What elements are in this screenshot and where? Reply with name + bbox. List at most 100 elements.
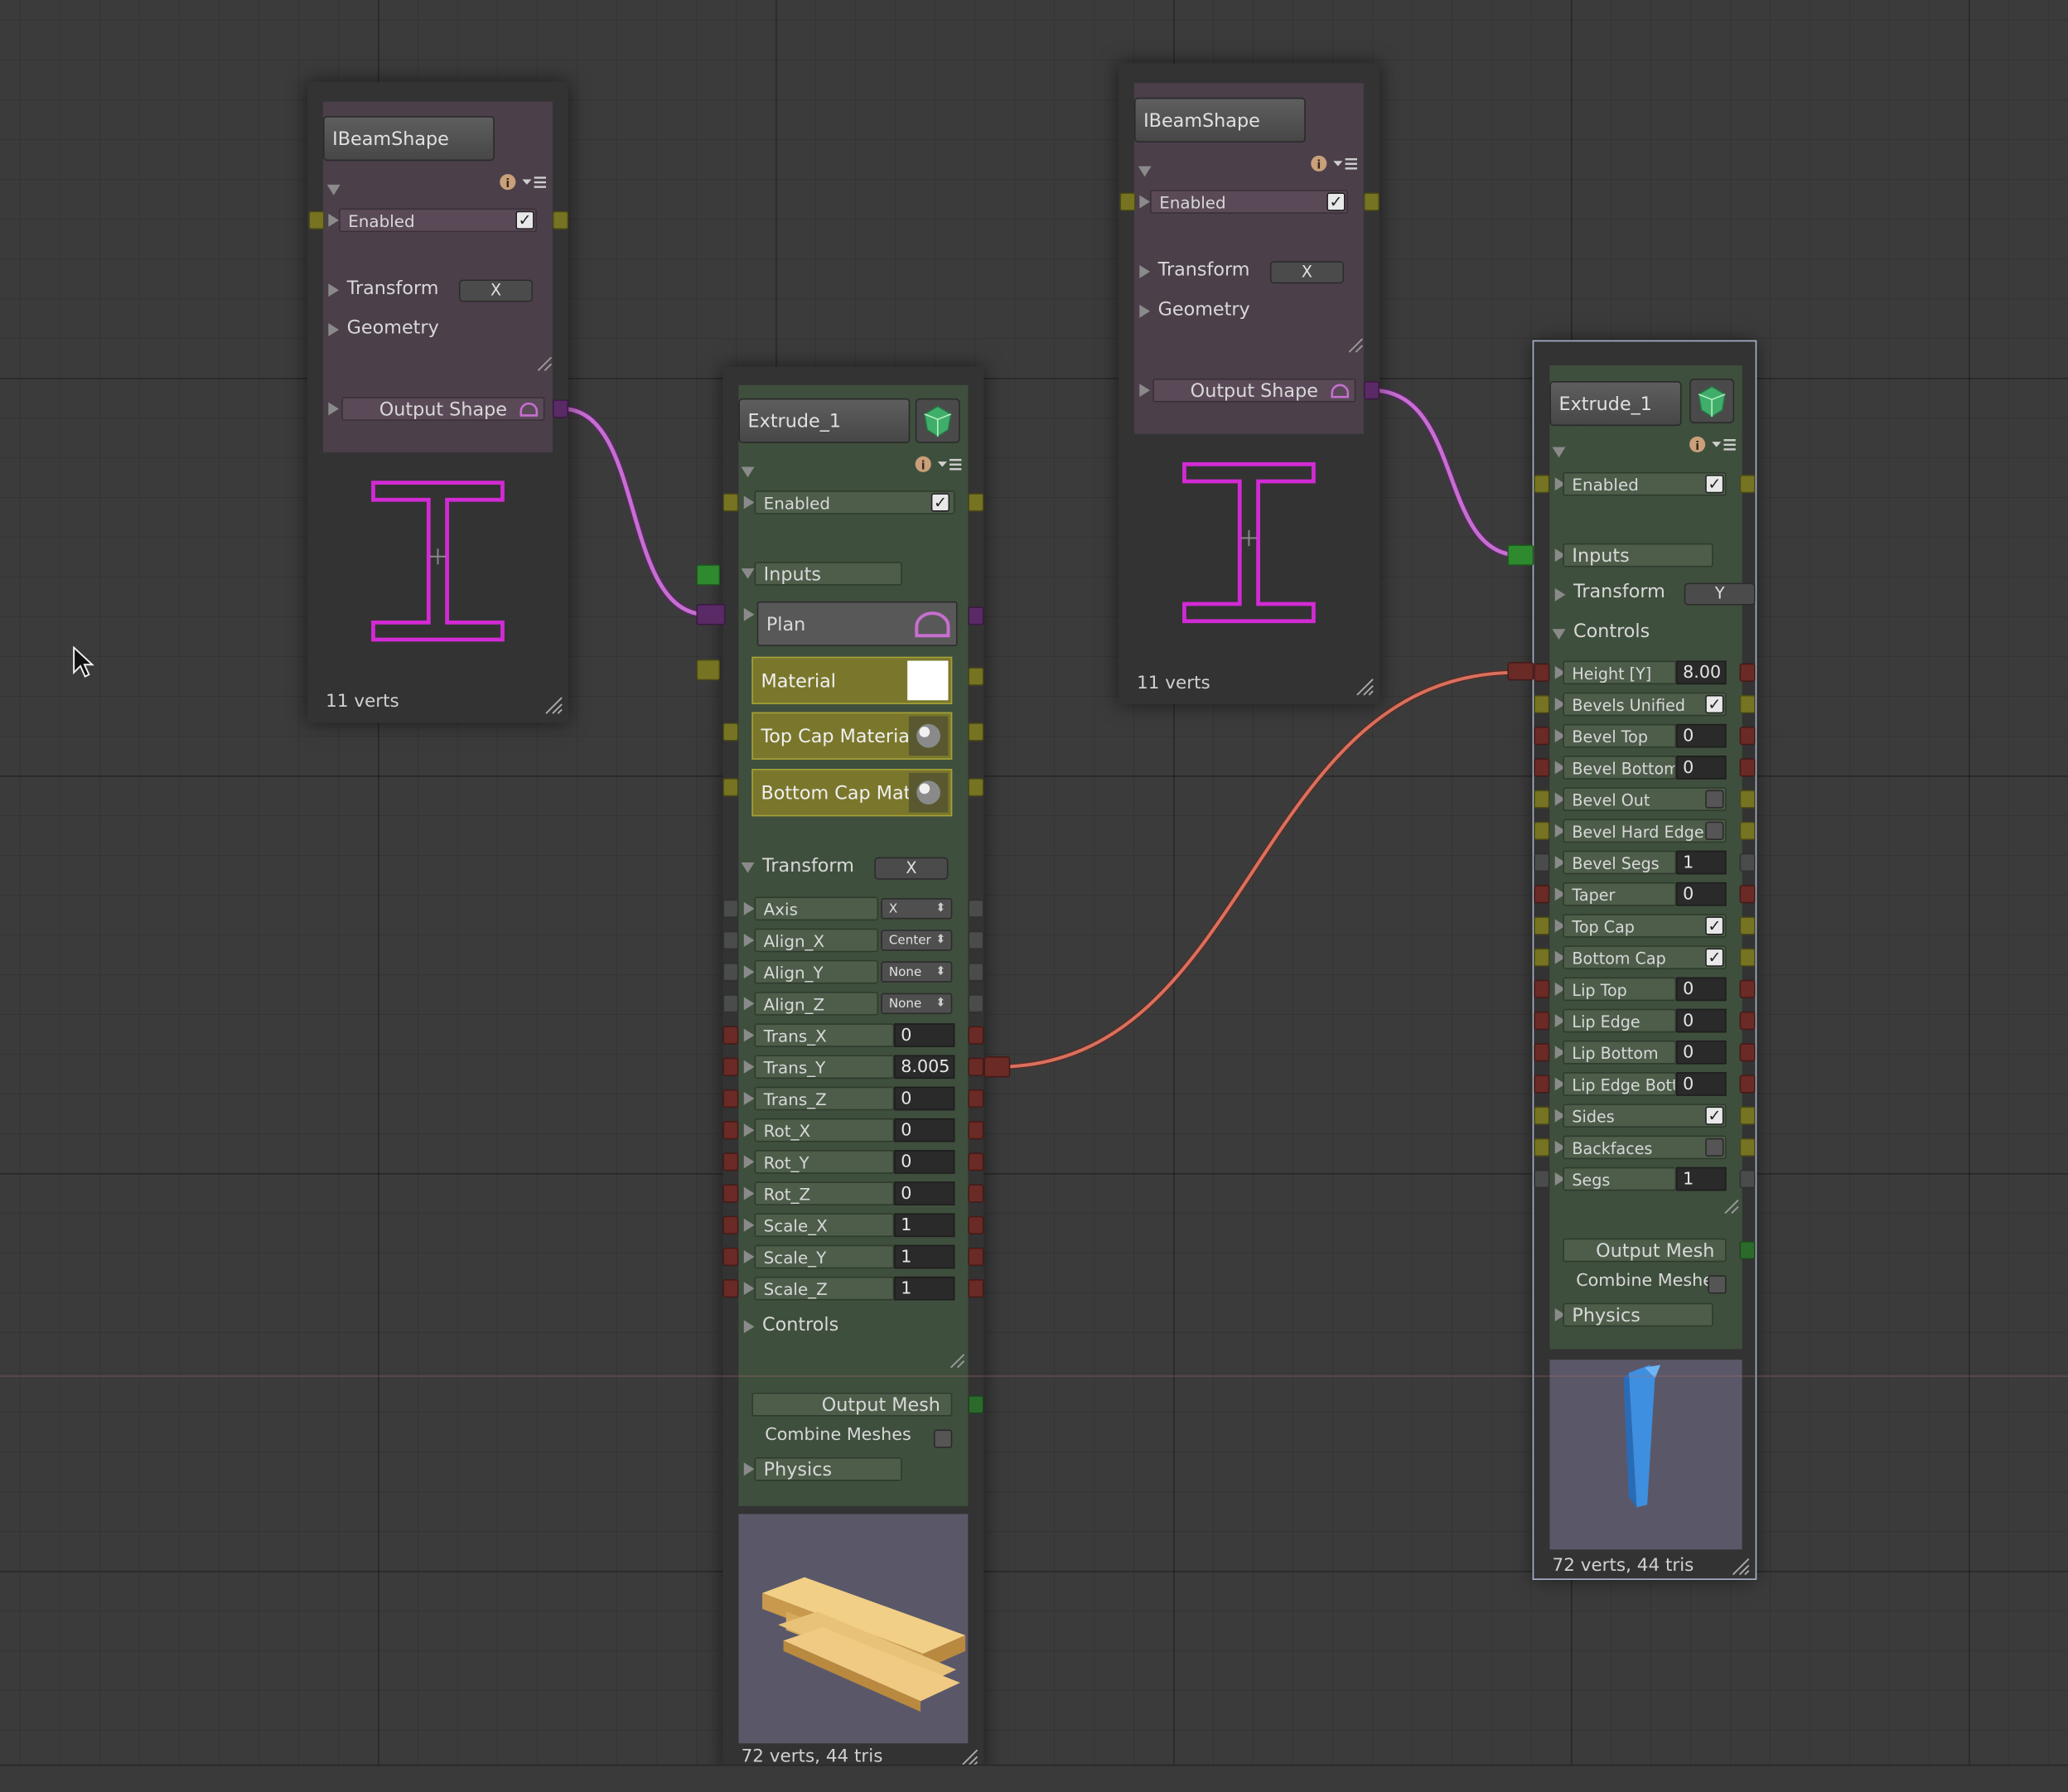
param-row[interactable]: Segs [1563, 1166, 1677, 1191]
param-row[interactable]: Trans_X [754, 1023, 895, 1047]
param-row[interactable]: Bevel Top [1563, 723, 1677, 748]
param-value-field[interactable]: 0 [1676, 756, 1727, 780]
param-in-port[interactable] [722, 1279, 739, 1298]
param-out-port[interactable] [968, 1184, 984, 1203]
param-out-port[interactable] [968, 1121, 984, 1140]
collapse-arrow-icon[interactable] [326, 184, 341, 196]
transform-label[interactable]: Transform [1158, 260, 1250, 281]
controls-collapse-icon[interactable] [1552, 629, 1566, 640]
resize-grip-icon[interactable] [1348, 338, 1364, 354]
param-out-port[interactable] [1739, 1138, 1756, 1157]
controls-label[interactable]: Controls [1573, 621, 1650, 642]
param-out-port[interactable] [968, 1215, 984, 1234]
param-value-field[interactable]: 0 [1676, 1040, 1727, 1065]
expand-arrow-icon[interactable] [1139, 195, 1151, 209]
param-row[interactable]: Axis [754, 896, 879, 921]
inputs-collapse-icon[interactable] [741, 568, 755, 579]
param-value-field[interactable]: 0 [894, 1086, 955, 1111]
resize-grip-icon[interactable] [1355, 678, 1374, 696]
param-out-port[interactable] [968, 1026, 984, 1045]
resize-grip-icon[interactable] [949, 1353, 965, 1369]
param-out-port[interactable] [968, 1057, 984, 1076]
param-out-port[interactable] [1739, 1169, 1756, 1189]
expand-arrow-icon[interactable] [743, 495, 755, 510]
node-title[interactable]: IBeamShape [322, 116, 495, 162]
top-cap-in-port[interactable] [722, 722, 739, 741]
param-row[interactable]: Taper [1563, 882, 1677, 906]
enabled-in-port[interactable] [1534, 475, 1550, 494]
param-row[interactable]: Trans_Z [754, 1086, 895, 1111]
mesh-gem-icon[interactable] [1689, 378, 1735, 423]
param-row[interactable]: Rot_X [754, 1118, 895, 1142]
param-row[interactable]: Align_Y [754, 959, 879, 984]
param-expand-icon[interactable] [743, 901, 755, 915]
param-value-field[interactable]: 1 [1676, 1166, 1727, 1191]
param-in-port[interactable] [1534, 1106, 1550, 1125]
sphere-material-icon[interactable] [908, 716, 949, 756]
geometry-expand-icon[interactable] [1139, 304, 1151, 318]
output-mesh-port[interactable] [968, 1395, 984, 1414]
material-out-port[interactable] [968, 667, 984, 686]
param-out-port[interactable] [968, 963, 984, 982]
param-value-field[interactable]: 1 [894, 1244, 955, 1269]
param-row[interactable]: Bevels Unified [1563, 692, 1727, 717]
plan-out-port[interactable] [968, 606, 984, 626]
param-in-port[interactable] [1534, 1011, 1550, 1031]
info-menu-icons[interactable]: i [1687, 434, 1740, 455]
param-out-port[interactable] [1739, 1075, 1756, 1094]
param-in-port[interactable] [722, 930, 739, 950]
param-dropdown[interactable]: X ⬍ [881, 898, 953, 920]
geometry-label[interactable]: Geometry [1158, 299, 1250, 320]
param-row[interactable]: Top Cap [1563, 914, 1727, 938]
param-checkbox[interactable]: ✓ [1705, 948, 1724, 967]
param-out-port[interactable] [1739, 916, 1756, 935]
geometry-expand-icon[interactable] [328, 322, 340, 336]
param-value-field[interactable]: 0 [1676, 1008, 1727, 1033]
param-row[interactable]: Lip Top [1563, 977, 1677, 1002]
enabled-checkbox[interactable]: ✓ [930, 493, 950, 512]
ibeam-shape-node-right[interactable]: IBeamShape i Enabled ✓ Transform X Geome… [1118, 63, 1380, 705]
inputs-in-port[interactable] [1507, 544, 1534, 566]
param-out-port[interactable] [1739, 1106, 1756, 1125]
param-expand-icon[interactable] [743, 1155, 755, 1169]
transform-label[interactable]: Transform [347, 278, 439, 299]
param-row[interactable]: Bevel Hard Edge [1563, 819, 1727, 843]
ibeam-shape-node-left[interactable]: IBeamShape i Enabled ✓ Transform X Geome… [307, 81, 569, 723]
transform-expand-icon[interactable] [1139, 264, 1151, 278]
material-swatch[interactable] [907, 660, 949, 701]
param-checkbox[interactable]: ✓ [1705, 1106, 1724, 1125]
param-expand-icon[interactable] [743, 1060, 755, 1074]
param-out-port[interactable] [1739, 694, 1756, 714]
info-menu-icons[interactable]: i [1308, 153, 1361, 174]
transform-axis-button[interactable]: X [458, 279, 534, 302]
transform-collapse-icon[interactable] [741, 862, 755, 873]
enabled-out-port[interactable] [552, 210, 569, 229]
param-row[interactable]: Sides [1563, 1104, 1727, 1128]
enabled-out-port[interactable] [1363, 192, 1380, 211]
param-in-port[interactable] [1534, 1169, 1550, 1189]
bottom-cap-out-port[interactable] [968, 778, 984, 797]
param-in-port[interactable] [722, 1026, 739, 1045]
enabled-row[interactable]: Enabled [1563, 471, 1727, 496]
param-out-port[interactable] [968, 994, 984, 1013]
controls-label[interactable]: Controls [762, 1315, 838, 1336]
param-in-port[interactable] [1534, 758, 1550, 777]
resize-grip-icon[interactable] [1732, 1558, 1750, 1576]
param-row[interactable]: Rot_Y [754, 1150, 895, 1174]
param-row[interactable]: Align_X [754, 928, 879, 953]
node-title[interactable]: IBeamShape [1133, 97, 1306, 142]
param-out-port[interactable] [968, 930, 984, 950]
param-in-port[interactable] [1534, 821, 1550, 840]
param-dropdown[interactable]: None ⬍ [881, 961, 953, 983]
param-expand-icon[interactable] [743, 997, 755, 1011]
param-in-port[interactable] [722, 1215, 739, 1234]
enabled-in-port[interactable] [1119, 192, 1136, 211]
enabled-row[interactable]: Enabled [754, 490, 955, 514]
param-out-port[interactable] [1739, 790, 1756, 809]
enabled-row[interactable]: Enabled [1150, 190, 1348, 214]
param-checkbox[interactable]: ✓ [1705, 694, 1724, 714]
param-in-port[interactable] [1534, 790, 1550, 809]
param-in-port[interactable] [722, 1121, 739, 1140]
resize-grip-icon[interactable] [1723, 1199, 1739, 1215]
output-mesh-port[interactable] [1739, 1240, 1756, 1260]
